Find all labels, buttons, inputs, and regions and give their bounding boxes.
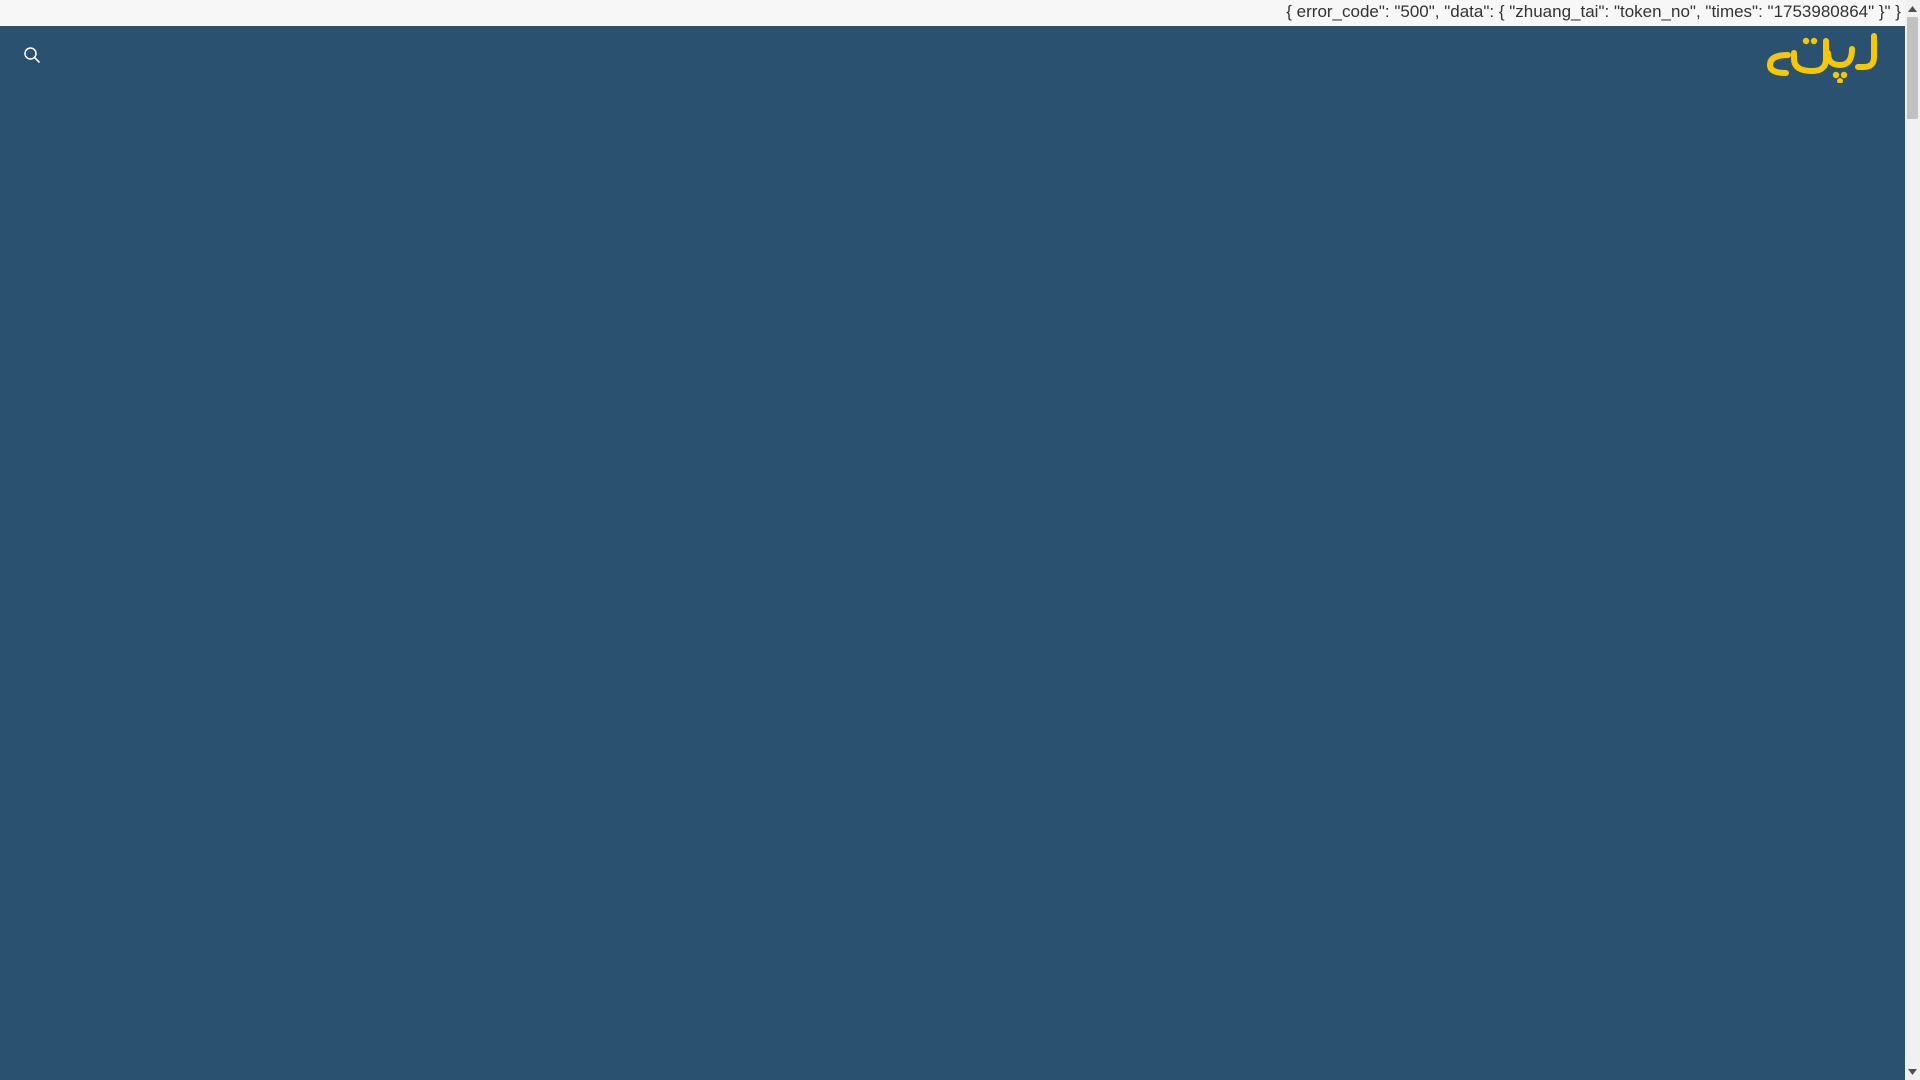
scroll-down-button[interactable]: [1905, 1063, 1920, 1080]
scroll-up-button[interactable]: [1905, 0, 1920, 17]
main-content: [0, 84, 1905, 1080]
page: { error_code": "500", "data": { "zhuang_…: [0, 0, 1920, 1080]
search-button[interactable]: [20, 43, 44, 67]
scroll-thumb[interactable]: [1907, 17, 1918, 119]
error-message: { error_code": "500", "data": { "zhuang_…: [0, 0, 1905, 26]
site-header: [0, 26, 1905, 84]
triangle-down-icon: [1908, 1068, 1917, 1075]
vertical-scrollbar[interactable]: [1905, 0, 1920, 1080]
triangle-up-icon: [1908, 5, 1917, 12]
search-icon: [24, 47, 40, 63]
site-logo[interactable]: [1766, 31, 1881, 84]
laptel-logo-icon: [1767, 33, 1877, 84]
